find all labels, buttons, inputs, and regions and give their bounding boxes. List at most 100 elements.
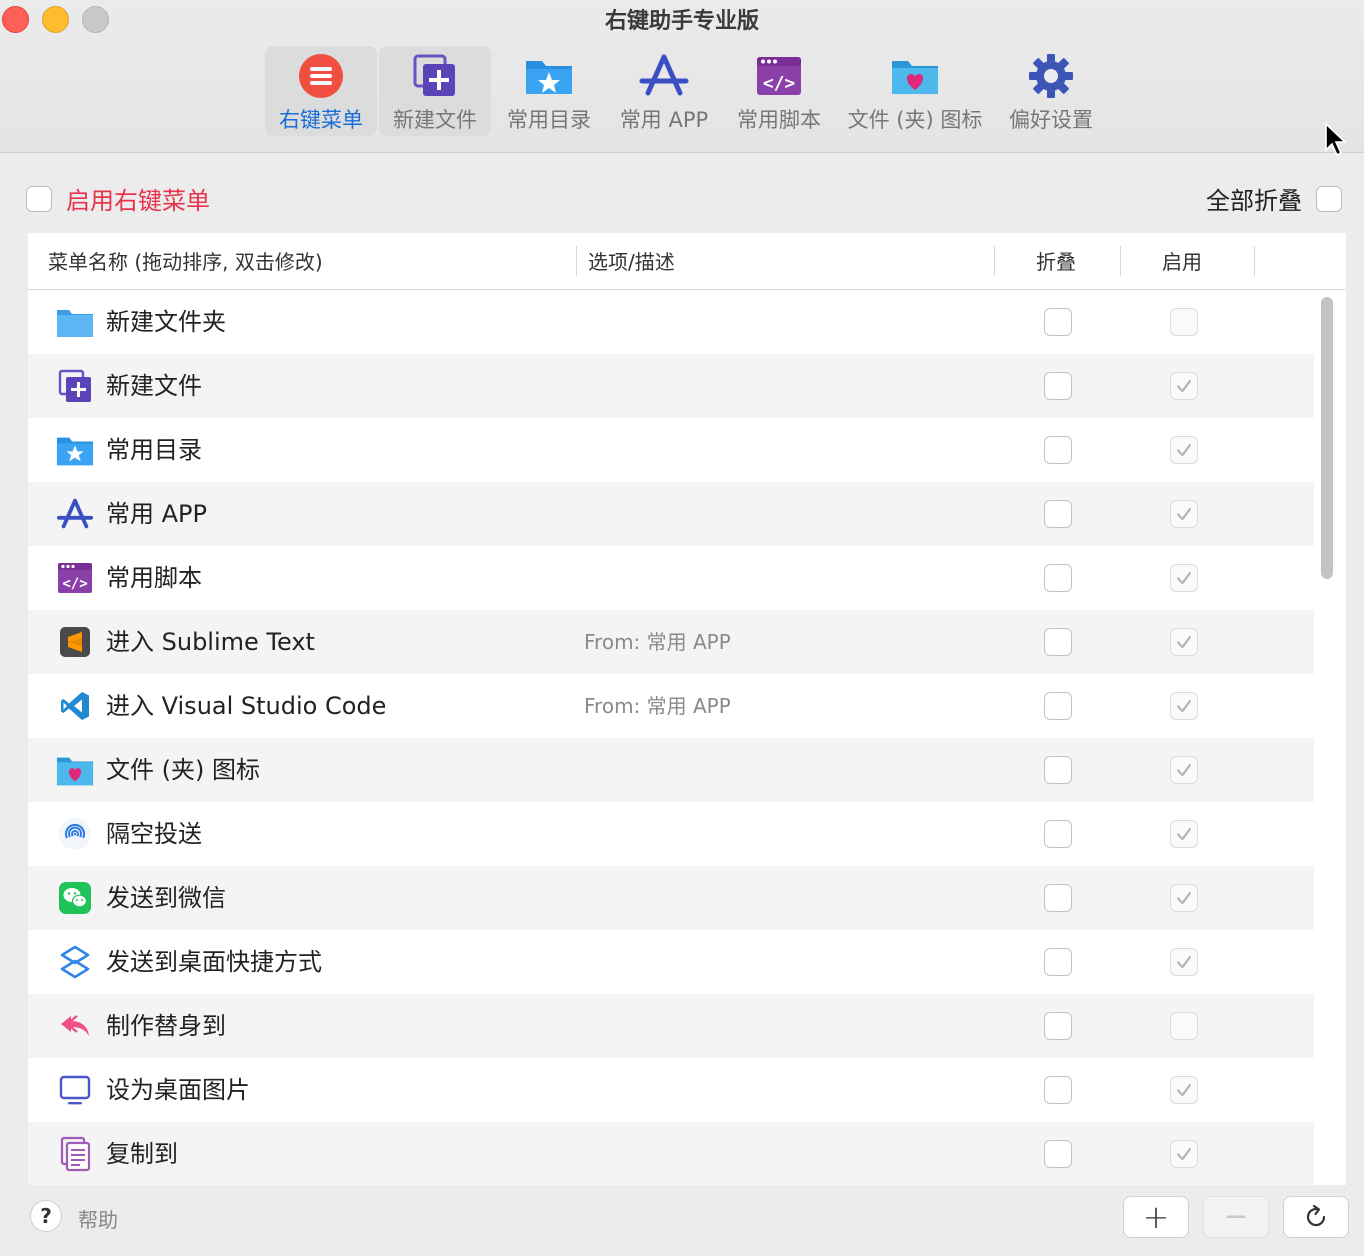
refresh-button[interactable] [1283,1196,1349,1238]
enable-checkbox[interactable] [1170,692,1198,720]
scrollbar-thumb[interactable] [1321,297,1333,579]
new-file-icon [56,368,94,404]
collapse-all-checkbox[interactable] [1316,185,1342,212]
enable-checkbox[interactable] [1170,628,1198,656]
enable-checkbox[interactable] [1170,308,1198,336]
table-row[interactable]: 常用 APP [28,482,1314,546]
folder-heart-icon [56,752,94,788]
tab-favorite-apps[interactable]: 常用 APP [608,46,720,136]
fold-checkbox[interactable] [1044,756,1072,784]
tab-preferences[interactable]: 偏好设置 [996,46,1106,136]
column-header-enable[interactable]: 启用 [1162,233,1202,289]
table-row[interactable]: 发送到桌面快捷方式 [28,930,1314,994]
remove-item-button[interactable]: − [1203,1196,1269,1238]
column-header-desc[interactable]: 选项/描述 [588,233,675,289]
enable-context-menu-checkbox[interactable] [26,185,52,212]
tab-file-folder-icon[interactable]: 文件 (夹) 图标 [844,46,986,136]
row-name[interactable]: 设为桌面图片 [106,1058,250,1122]
row-name[interactable]: 常用脚本 [106,546,202,610]
fold-checkbox[interactable] [1044,500,1072,528]
fold-checkbox[interactable] [1044,436,1072,464]
tab-favorite-folders[interactable]: 常用目录 [494,46,604,136]
table-row[interactable]: 常用目录 [28,418,1314,482]
row-name[interactable]: 发送到微信 [106,866,226,930]
table-scrollbar[interactable] [1318,293,1336,1177]
table-row[interactable]: 发送到微信 [28,866,1314,930]
table-row[interactable]: 进入 Visual Studio Code From: 常用 APP [28,674,1314,738]
enable-checkbox[interactable] [1170,884,1198,912]
row-name[interactable]: 复制到 [106,1122,178,1185]
fold-checkbox[interactable] [1044,884,1072,912]
enable-checkbox[interactable] [1170,756,1198,784]
fold-checkbox[interactable] [1044,1012,1072,1040]
desktop-picture-icon [56,1072,94,1108]
script-icon: </> [56,560,94,596]
tab-new-file[interactable]: 新建文件 [379,46,491,136]
fold-checkbox[interactable] [1044,308,1072,336]
table-row[interactable]: 文件 (夹) 图标 [28,738,1314,802]
enable-checkbox[interactable] [1170,1012,1198,1040]
fold-checkbox[interactable] [1044,564,1072,592]
plus-icon: + [1142,1198,1170,1236]
add-item-button[interactable]: + [1123,1196,1189,1238]
column-header-fold[interactable]: 折叠 [1036,233,1076,289]
table-row[interactable]: </> 常用脚本 [28,546,1314,610]
enable-checkbox[interactable] [1170,1140,1198,1168]
row-name[interactable]: 进入 Sublime Text [106,610,315,674]
window-title: 右键助手专业版 [604,9,759,34]
tab-label: 偏好设置 [1009,108,1093,132]
enable-checkbox[interactable] [1170,564,1198,592]
tab-label: 常用脚本 [737,108,821,132]
table-body: 新建文件夹 新建文件 常用目录 常用 APP </> 常用脚本 进入 Sublime Tex… [28,290,1314,1185]
fold-checkbox[interactable] [1044,692,1072,720]
copy-to-icon [56,1136,94,1172]
fold-checkbox[interactable] [1044,948,1072,976]
tab-context-menu[interactable]: 右键菜单 [265,46,377,136]
column-header-name[interactable]: 菜单名称 (拖动排序, 双击修改) [48,233,323,289]
minus-icon: − [1223,1199,1249,1234]
row-name[interactable]: 制作替身到 [106,994,226,1058]
table-row[interactable]: 新建文件 [28,354,1314,418]
row-name[interactable]: 隔空投送 [106,802,202,866]
fold-checkbox[interactable] [1044,628,1072,656]
row-name[interactable]: 常用目录 [106,418,202,482]
enable-checkbox[interactable] [1170,820,1198,848]
enable-checkbox[interactable] [1170,1076,1198,1104]
table-row[interactable]: 隔空投送 [28,802,1314,866]
collapse-all-label: 全部折叠 [1206,187,1302,215]
row-name[interactable]: 文件 (夹) 图标 [106,738,260,802]
enable-checkbox[interactable] [1170,372,1198,400]
enable-checkbox[interactable] [1170,436,1198,464]
row-name[interactable]: 发送到桌面快捷方式 [106,930,322,994]
row-name[interactable]: 新建文件夹 [106,290,226,354]
enable-checkbox[interactable] [1170,500,1198,528]
tab-label: 新建文件 [393,108,477,132]
table-row[interactable]: 进入 Sublime Text From: 常用 APP [28,610,1314,674]
fold-checkbox[interactable] [1044,820,1072,848]
table-row[interactable]: 新建文件夹 [28,290,1314,354]
table-row[interactable]: 复制到 [28,1122,1314,1185]
row-name[interactable]: 进入 Visual Studio Code [106,674,386,738]
row-name[interactable]: 新建文件 [106,354,202,418]
context-menu-icon [298,50,344,102]
table-row[interactable]: 制作替身到 [28,994,1314,1058]
table-row[interactable]: 设为桌面图片 [28,1058,1314,1122]
fold-checkbox[interactable] [1044,1140,1072,1168]
row-description: From: 常用 APP [584,694,731,718]
folder-icon [56,304,94,340]
help-label[interactable]: 帮助 [78,1204,118,1233]
enable-checkbox[interactable] [1170,948,1198,976]
tab-label: 文件 (夹) 图标 [847,108,983,132]
mouse-cursor-icon [1324,122,1348,162]
row-name[interactable]: 常用 APP [106,482,207,546]
help-button[interactable]: ? [30,1200,62,1232]
tab-label: 右键菜单 [279,108,363,132]
fold-checkbox[interactable] [1044,1076,1072,1104]
favorite-folder-icon [524,50,574,102]
app-store-icon [56,496,94,532]
airdrop-icon [56,816,94,852]
fold-checkbox[interactable] [1044,372,1072,400]
tab-label: 常用目录 [507,108,591,132]
sublime-text-icon [56,624,94,660]
tab-favorite-scripts[interactable]: </> 常用脚本 [724,46,834,136]
